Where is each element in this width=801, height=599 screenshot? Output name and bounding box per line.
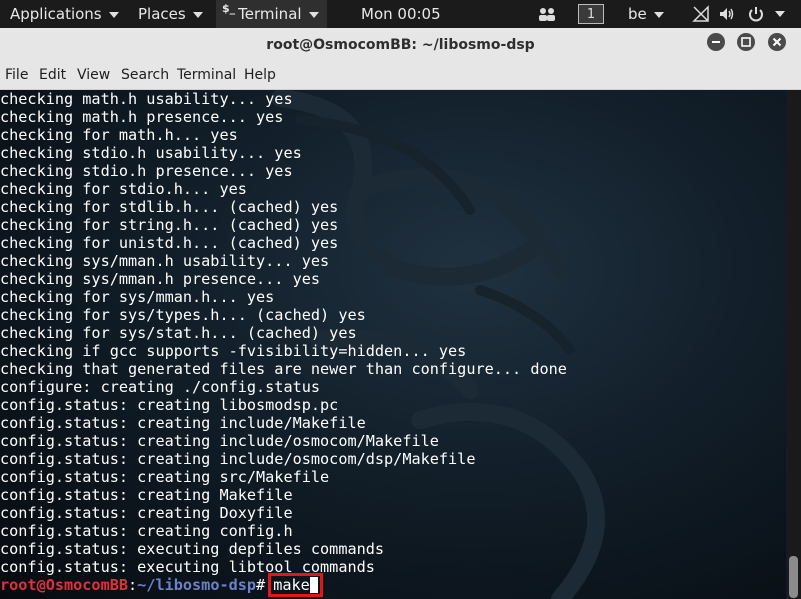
window-title: root@OsmocomBB: ~/libosmo-dsp bbox=[266, 37, 535, 53]
output-line: checking math.h usability... yes bbox=[0, 90, 293, 108]
output-line: checking for string.h... (cached) yes bbox=[0, 216, 339, 234]
menu-help[interactable]: Help bbox=[244, 62, 276, 89]
output-line: config.status: creating config.h bbox=[0, 522, 293, 540]
output-line: checking for sys/stat.h... (cached) yes bbox=[0, 324, 357, 342]
chevron-down-icon[interactable] bbox=[775, 11, 785, 17]
output-line: checking if gcc supports -fvisibility=hi… bbox=[0, 342, 467, 360]
places-label: Places bbox=[138, 5, 186, 23]
chevron-down-icon bbox=[653, 11, 664, 18]
maximize-icon[interactable] bbox=[737, 33, 755, 51]
keyboard-layout-menu[interactable]: be bbox=[628, 0, 664, 28]
output-line: checking for stdlib.h... (cached) yes bbox=[0, 198, 339, 216]
close-icon[interactable] bbox=[768, 33, 786, 51]
applications-label: Applications bbox=[10, 5, 102, 23]
output-line: checking that generated files are newer … bbox=[0, 360, 567, 378]
volume-icon[interactable] bbox=[718, 5, 736, 23]
output-line: checking for sys/types.h... (cached) yes bbox=[0, 306, 366, 324]
terminal-view[interactable]: checking math.h usability... yes checking… bbox=[0, 90, 786, 599]
menu-bar: File Edit View Search Terminal Help bbox=[0, 62, 801, 90]
terminal-output: checking math.h usability... yes checking… bbox=[0, 90, 567, 597]
people-icon[interactable] bbox=[537, 5, 557, 23]
output-line: config.status: creating Doxyfile bbox=[0, 504, 293, 522]
network-disabled-icon[interactable] bbox=[692, 5, 710, 23]
chevron-down-icon bbox=[308, 11, 319, 18]
power-icon[interactable] bbox=[747, 5, 765, 23]
output-line: config.status: executing depfiles comman… bbox=[0, 540, 385, 558]
output-line: config.status: creating src/Makefile bbox=[0, 468, 330, 486]
output-line: config.status: creating include/osmocom/… bbox=[0, 432, 439, 450]
output-line: checking for sys/mman.h... yes bbox=[0, 288, 275, 306]
output-line: config.status: executing libtool command… bbox=[0, 558, 375, 576]
terminal-app-label: Terminal bbox=[238, 5, 302, 23]
output-line: checking sys/mman.h usability... yes bbox=[0, 252, 330, 270]
clock[interactable]: Mon 00:05 bbox=[361, 0, 441, 28]
output-line: checking for unistd.h... (cached) yes bbox=[0, 234, 339, 252]
output-line: config.status: creating Makefile bbox=[0, 486, 293, 504]
prompt-path: ~/libosmo-dsp bbox=[137, 576, 257, 594]
output-line: config.status: creating include/Makefile bbox=[0, 414, 366, 432]
prompt-line[interactable]: root@OsmocomBB:~/libosmo-dsp# make bbox=[0, 573, 567, 597]
output-line: checking stdio.h usability... yes bbox=[0, 144, 302, 162]
command-text: make bbox=[273, 576, 310, 594]
output-line: config.status: creating libosmodsp.pc bbox=[0, 396, 339, 414]
prompt-user: root@OsmocomBB bbox=[0, 576, 129, 594]
chevron-down-icon bbox=[192, 11, 203, 18]
applications-menu[interactable]: Applications bbox=[10, 0, 119, 28]
terminal-app-icon: $_ bbox=[222, 2, 236, 15]
top-panel: Applications Places $_ Terminal Mon 00:05… bbox=[0, 0, 801, 28]
output-line: checking for stdio.h... yes bbox=[0, 180, 247, 198]
places-menu[interactable]: Places bbox=[138, 0, 203, 28]
menu-edit[interactable]: Edit bbox=[39, 62, 66, 89]
minimize-icon[interactable] bbox=[707, 33, 725, 51]
menu-search[interactable]: Search bbox=[121, 62, 169, 89]
output-line: config.status: creating include/osmocom/… bbox=[0, 450, 476, 468]
terminal-scrollbar[interactable] bbox=[786, 90, 801, 599]
output-line: checking stdio.h presence... yes bbox=[0, 162, 293, 180]
menu-terminal[interactable]: Terminal bbox=[177, 62, 236, 89]
output-line: configure: creating ./config.status bbox=[0, 378, 321, 396]
command-input[interactable]: make bbox=[268, 573, 323, 597]
text-cursor bbox=[309, 577, 318, 593]
workspace-indicator[interactable]: 1 bbox=[578, 4, 604, 24]
window-titlebar[interactable]: root@OsmocomBB: ~/libosmo-dsp bbox=[0, 28, 801, 62]
output-line: checking for math.h... yes bbox=[0, 126, 238, 144]
terminal-app-menu[interactable]: $_ Terminal bbox=[216, 0, 327, 28]
output-line: checking sys/mman.h presence... yes bbox=[0, 270, 321, 288]
chevron-down-icon bbox=[108, 11, 119, 18]
output-line: checking math.h presence... yes bbox=[0, 108, 284, 126]
prompt-separator: : bbox=[128, 576, 138, 594]
prompt-symbol: # bbox=[256, 576, 266, 594]
scrollbar-thumb[interactable] bbox=[789, 556, 798, 598]
menu-file[interactable]: File bbox=[5, 62, 28, 89]
keyboard-layout-label: be bbox=[628, 5, 647, 23]
menu-view[interactable]: View bbox=[77, 62, 110, 89]
